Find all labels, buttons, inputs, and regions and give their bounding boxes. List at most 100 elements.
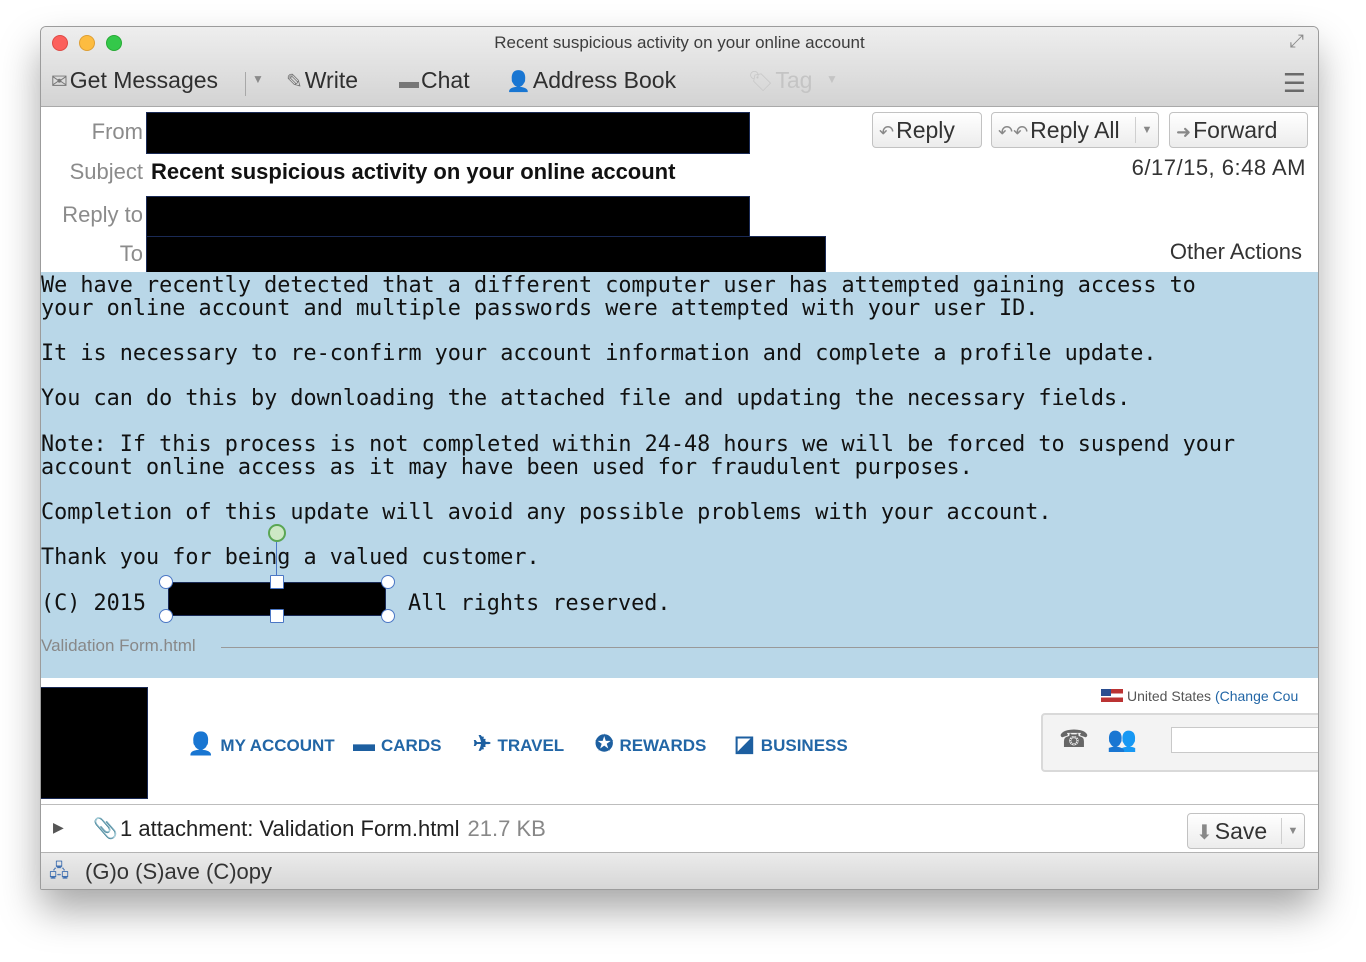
paragraph-2: It is necessary to re-confirm your accou…: [41, 341, 1157, 366]
save-dropdown-icon[interactable]: ▼: [1281, 818, 1304, 844]
address-book-label: Address Book: [532, 67, 677, 93]
copyright-suffix: All rights reserved.: [408, 591, 671, 616]
tag-label: Tag: [775, 67, 813, 93]
tag-dropdown-icon[interactable]: ▼: [826, 72, 838, 86]
subject-value: Recent suspicious activity on your onlin…: [151, 159, 676, 184]
chart-icon: ◪: [734, 731, 755, 756]
window-title: Recent suspicious activity on your onlin…: [494, 33, 865, 52]
chat-button[interactable]: ▬Chat: [399, 67, 470, 94]
reply-all-arrow-icon: ↶↶: [998, 122, 1029, 142]
tag-button[interactable]: 🏷Tag: [748, 67, 812, 94]
attachment-divider: [221, 647, 1318, 648]
attachment-size: 21.7 KB: [467, 816, 546, 841]
resize-handle-bottom-left[interactable]: [159, 609, 173, 623]
reply-arrow-icon: ↶: [879, 122, 895, 142]
country-selector[interactable]: United States (Change Cou: [1101, 688, 1298, 704]
airplane-icon: ✈: [473, 731, 492, 756]
address-book-button[interactable]: 👤Address Book: [506, 67, 676, 94]
paragraph-1-line-2: your online account and multiple passwor…: [41, 296, 1039, 321]
other-actions-button[interactable]: Other Actions: [1170, 239, 1302, 265]
paragraph-3: You can do this by downloading the attac…: [41, 386, 1131, 411]
nav-cards[interactable]: ▬ CARDS: [353, 731, 441, 757]
nav-cards-label: CARDS: [381, 736, 442, 755]
from-label: From: [91, 119, 143, 144]
us-flag-icon: [1101, 689, 1123, 702]
nav-my-account[interactable]: 👤 MY ACCOUNT: [187, 731, 335, 757]
chat-bubble-icon: ▬: [399, 71, 419, 93]
attachment-bar: ▶ 📎 1 attachment: Validation Form.html 21…: [41, 804, 1318, 853]
forward-arrow-icon: ➜: [1176, 122, 1192, 142]
copyright-prefix: (C) 2015: [41, 591, 146, 616]
to-label: To: [119, 241, 143, 266]
from-redacted[interactable]: [147, 113, 749, 153]
subject-label: Subject: [69, 159, 143, 184]
get-messages-button[interactable]: ✉Get Messages: [51, 67, 218, 94]
toolbar-separator: [245, 72, 246, 96]
paragraph-6: Thank you for being a valued customer.: [41, 545, 540, 570]
paperclip-icon: 📎: [93, 818, 118, 840]
phone-icon[interactable]: ☎: [1059, 725, 1089, 754]
app-menu-icon[interactable]: ☰: [1283, 68, 1306, 99]
resize-handle-top-left[interactable]: [159, 575, 173, 589]
paragraph-4-line-2: account online access as it may have bee…: [41, 455, 973, 480]
reply-all-button[interactable]: ↶↶Reply All ▼: [991, 112, 1159, 148]
chat-label: Chat: [421, 67, 470, 93]
nav-travel-label: TRAVEL: [497, 736, 565, 755]
save-label: Save: [1214, 818, 1268, 844]
nav-travel[interactable]: ✈ TRAVEL: [473, 731, 564, 757]
fullscreen-icon[interactable]: ⤢: [1290, 31, 1304, 52]
save-button[interactable]: ⬇Save ▼: [1187, 813, 1305, 849]
title-bar: Recent suspicious activity on your onlin…: [41, 27, 1318, 107]
main-toolbar: ✉Get Messages ▼ ✎Write ▬Chat 👤Address Bo…: [41, 64, 1318, 102]
inline-attachment-name[interactable]: Validation Form.html: [41, 636, 196, 656]
attachment-summary[interactable]: 1 attachment: Validation Form.html 21.7 K…: [120, 816, 546, 842]
resize-handle-top-right[interactable]: [381, 575, 395, 589]
get-messages-label: Get Messages: [69, 67, 219, 93]
rotate-handle[interactable]: [268, 524, 286, 542]
forward-button[interactable]: ➜Forward: [1169, 112, 1308, 148]
status-bar: 🖧 (G)o (S)ave (C)opy: [41, 852, 1318, 889]
person-icon: 👤: [187, 731, 215, 756]
resize-handle-bottom-right[interactable]: [381, 609, 395, 623]
reply-all-label: Reply All: [1030, 117, 1120, 143]
person-icon: 👤: [506, 71, 531, 93]
reply-all-dropdown-icon[interactable]: ▼: [1135, 117, 1158, 143]
change-country-link[interactable]: (Change Cou: [1215, 688, 1298, 704]
status-text: (G)o (S)ave (C)opy: [85, 859, 273, 884]
download-arrow-icon: ⬇: [1196, 822, 1213, 844]
paragraph-4-line-1: Note: If this process is not completed w…: [41, 432, 1236, 457]
search-input[interactable]: [1171, 727, 1318, 753]
paragraph-5: Completion of this update will avoid any…: [41, 500, 1052, 525]
reply-button[interactable]: ↶Reply: [872, 112, 982, 148]
nav-rewards[interactable]: ✪ REWARDS: [595, 731, 706, 757]
pencil-icon: ✎: [286, 71, 303, 93]
mail-window: Recent suspicious activity on your onlin…: [40, 26, 1319, 890]
write-label: Write: [304, 67, 359, 93]
nav-my-account-label: MY ACCOUNT: [220, 736, 335, 755]
resize-handle-bottom[interactable]: [270, 609, 284, 623]
nav-business[interactable]: ◪ BUSINESS: [734, 731, 848, 757]
get-messages-dropdown-icon[interactable]: ▼: [252, 72, 264, 86]
resize-handle-top[interactable]: [270, 575, 284, 589]
reply-label: Reply: [896, 117, 955, 143]
nav-business-label: BUSINESS: [760, 736, 848, 755]
message-date: 6/17/15, 6:48 AM: [1131, 155, 1306, 180]
star-badge-icon: ✪: [595, 731, 614, 756]
attachment-preview: 👤 MY ACCOUNT ▬ CARDS ✈ TRAVEL ✪ REWARDS ◪ BUS…: [41, 678, 1318, 804]
attachment-text: 1 attachment: Validation Form.html: [120, 816, 460, 841]
bank-logo-redacted: [41, 688, 147, 798]
country-name: United States: [1127, 688, 1212, 704]
paragraph-1-line-1: We have recently detected that a differe…: [41, 273, 1196, 298]
write-button[interactable]: ✎Write: [286, 67, 358, 94]
to-redacted[interactable]: [147, 237, 825, 277]
network-icon: 🖧: [49, 861, 70, 881]
expand-triangle-icon[interactable]: ▶: [53, 819, 64, 836]
reply-to-redacted[interactable]: [147, 197, 749, 237]
mail-icon: ✉: [51, 71, 68, 93]
people-icon[interactable]: 👥: [1107, 725, 1137, 754]
nav-rewards-label: REWARDS: [619, 736, 707, 755]
message-header: From Subject Recent suspicious activity …: [41, 107, 1318, 277]
tag-icon: 🏷: [748, 71, 774, 93]
credit-card-icon: ▬: [353, 731, 375, 756]
message-body: We have recently detected that a differe…: [41, 272, 1318, 678]
